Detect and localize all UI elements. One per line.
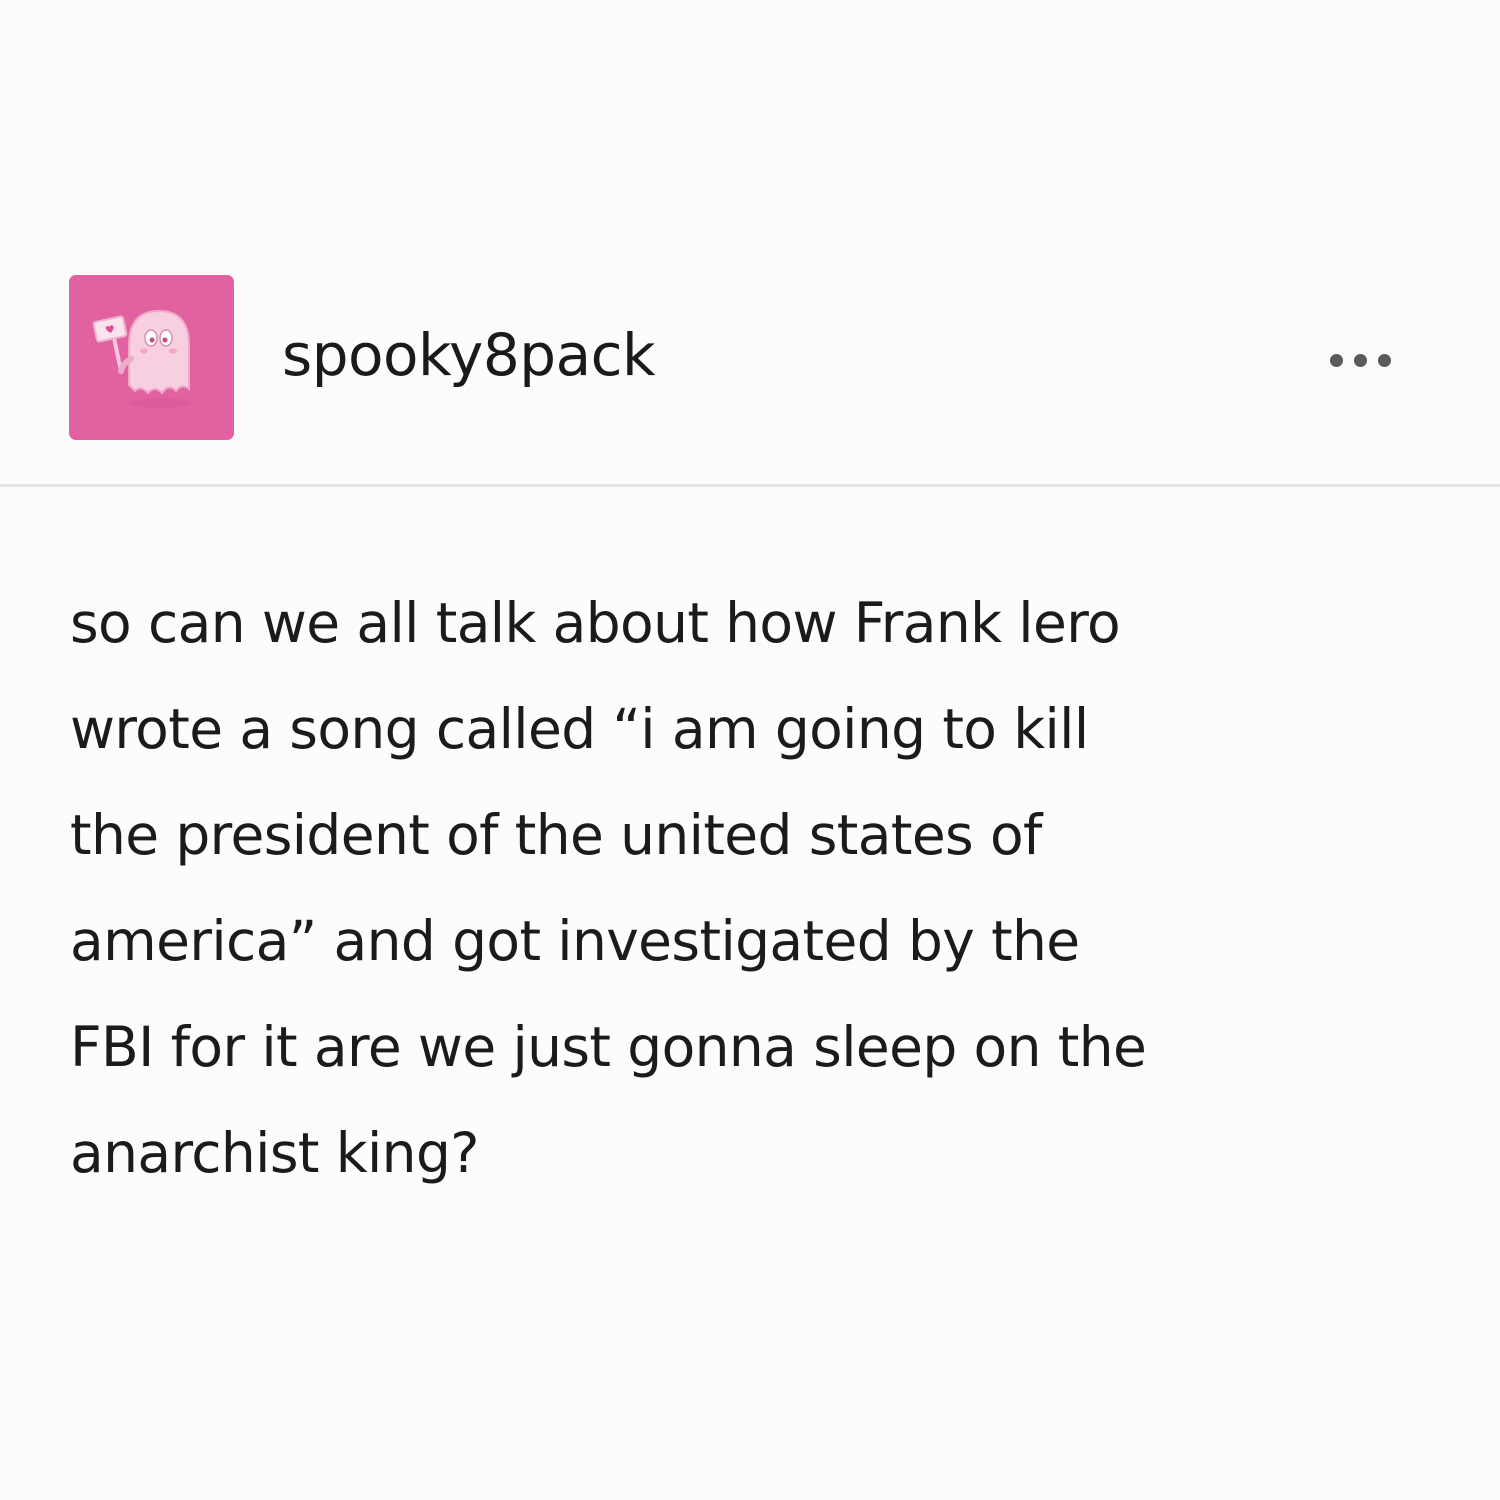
post-text-line: FBI for it are we just gonna sleep on th… xyxy=(70,1015,1147,1079)
ghost-holding-heart-sign-icon xyxy=(92,309,191,408)
post-header: spooky8pack xyxy=(0,240,1500,488)
more-options-button[interactable] xyxy=(1310,345,1410,375)
post-text-line: so can we all talk about how Frank lero xyxy=(70,591,1121,655)
more-options-icon-dot xyxy=(1353,353,1367,367)
header-divider xyxy=(0,484,1500,487)
avatar[interactable] xyxy=(69,275,234,440)
more-options-icon-dot xyxy=(1377,353,1391,367)
post-body: so can we all talk about how Frank lero … xyxy=(70,570,1450,1206)
post-text-line: the president of the united states of xyxy=(70,803,1042,867)
post-text-line: anarchist king? xyxy=(70,1121,479,1185)
post-text-line: wrote a song called “i am going to kill xyxy=(70,697,1089,761)
post-text-line: america” and got investigated by the xyxy=(70,909,1080,973)
username[interactable]: spooky8pack xyxy=(282,320,656,390)
more-options-icon xyxy=(1329,353,1343,367)
